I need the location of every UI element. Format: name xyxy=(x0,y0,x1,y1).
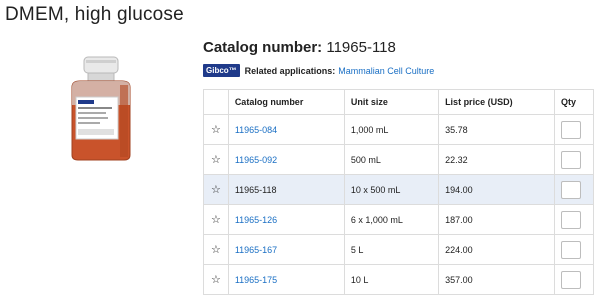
qty-cell xyxy=(554,234,594,265)
table-row: ☆ 11965-084 1,000 mL 35.78 xyxy=(203,114,594,145)
unit-size-cell: 6 x 1,000 mL xyxy=(343,204,440,235)
product-bottle-image xyxy=(71,56,131,161)
star-outline-icon[interactable]: ☆ xyxy=(211,274,221,286)
qty-cell xyxy=(554,174,594,205)
qty-input[interactable] xyxy=(561,120,582,139)
mammalian-cell-culture-link[interactable]: Mammalian Cell Culture xyxy=(338,66,434,76)
catalog-number-link[interactable]: 11965-126 xyxy=(235,215,277,225)
related-applications: Gibco™ Related applications: Mammalian C… xyxy=(203,64,434,77)
star-outline-icon[interactable]: ☆ xyxy=(211,244,221,256)
qty-input[interactable] xyxy=(561,180,582,199)
catalog-number-link[interactable]: 11965-167 xyxy=(235,245,277,255)
list-price-cell: 224.00 xyxy=(438,234,556,265)
header-unit-size: Unit size xyxy=(343,89,440,115)
qty-cell xyxy=(554,114,594,145)
table-row: ☆ 11965-092 500 mL 22.32 xyxy=(203,144,594,175)
qty-cell xyxy=(554,264,594,295)
header-catalog-number: Catalog number xyxy=(227,89,345,115)
table-row: ☆ 11965-126 6 x 1,000 mL 187.00 xyxy=(203,204,594,235)
header-list-price: List price (USD) xyxy=(438,89,556,115)
table-row: ☆ 11965-118 10 x 500 mL 194.00 xyxy=(203,174,594,205)
catalog-number-cell: 11965-167 xyxy=(227,234,345,265)
table-row: ☆ 11965-167 5 L 224.00 xyxy=(203,234,594,265)
table-header-row: Catalog number Unit size List price (USD… xyxy=(203,89,594,115)
qty-input[interactable] xyxy=(561,270,582,289)
catalog-number-link[interactable]: 11965-084 xyxy=(235,125,277,135)
list-price-cell: 187.00 xyxy=(438,204,556,235)
unit-size-cell: 1,000 mL xyxy=(343,114,440,145)
catalog-number-cell: 11965-084 xyxy=(227,114,345,145)
unit-size-cell: 10 x 500 mL xyxy=(343,174,440,205)
gibco-brand-logo: Gibco™ xyxy=(203,64,240,77)
unit-size-cell: 500 mL xyxy=(343,144,440,175)
favorite-cell: ☆ xyxy=(203,204,229,235)
product-table: Catalog number Unit size List price (USD… xyxy=(203,89,594,295)
star-outline-icon[interactable]: ☆ xyxy=(211,124,221,136)
favorite-cell: ☆ xyxy=(203,264,229,295)
catalog-number-label: Catalog number: xyxy=(203,39,323,56)
catalog-number-cell: 11965-092 xyxy=(227,144,345,175)
list-price-cell: 194.00 xyxy=(438,174,556,205)
list-price-cell: 35.78 xyxy=(438,114,556,145)
table-row: ☆ 11965-175 10 L 357.00 xyxy=(203,264,594,295)
catalog-number-cell: 11965-175 xyxy=(227,264,345,295)
header-qty: Qty xyxy=(554,89,594,115)
catalog-number-cell: 11965-126 xyxy=(227,204,345,235)
page-title: DMEM, high glucose xyxy=(5,4,184,25)
qty-cell xyxy=(554,204,594,235)
favorite-cell: ☆ xyxy=(203,234,229,265)
qty-input[interactable] xyxy=(561,240,582,259)
star-outline-icon[interactable]: ☆ xyxy=(211,214,221,226)
unit-size-cell: 10 L xyxy=(343,264,440,295)
qty-input[interactable] xyxy=(561,210,582,229)
related-applications-label: Related applications: xyxy=(244,65,336,76)
favorite-cell: ☆ xyxy=(203,144,229,175)
list-price-cell: 22.32 xyxy=(438,144,556,175)
favorite-cell: ☆ xyxy=(203,174,229,205)
unit-size-cell: 5 L xyxy=(343,234,440,265)
catalog-number-value: 11965-118 xyxy=(326,39,396,56)
favorite-cell: ☆ xyxy=(203,114,229,145)
catalog-heading: Catalog number: 11965-118 xyxy=(203,39,396,56)
catalog-number-link[interactable]: 11965-175 xyxy=(235,275,277,285)
catalog-number-link[interactable]: 11965-092 xyxy=(235,155,277,165)
header-favorite xyxy=(203,89,229,115)
qty-input[interactable] xyxy=(561,150,582,169)
qty-cell xyxy=(554,144,594,175)
star-outline-icon[interactable]: ☆ xyxy=(211,184,221,196)
catalog-number-cell: 11965-118 xyxy=(227,174,345,205)
star-outline-icon[interactable]: ☆ xyxy=(211,154,221,166)
list-price-cell: 357.00 xyxy=(438,264,556,295)
